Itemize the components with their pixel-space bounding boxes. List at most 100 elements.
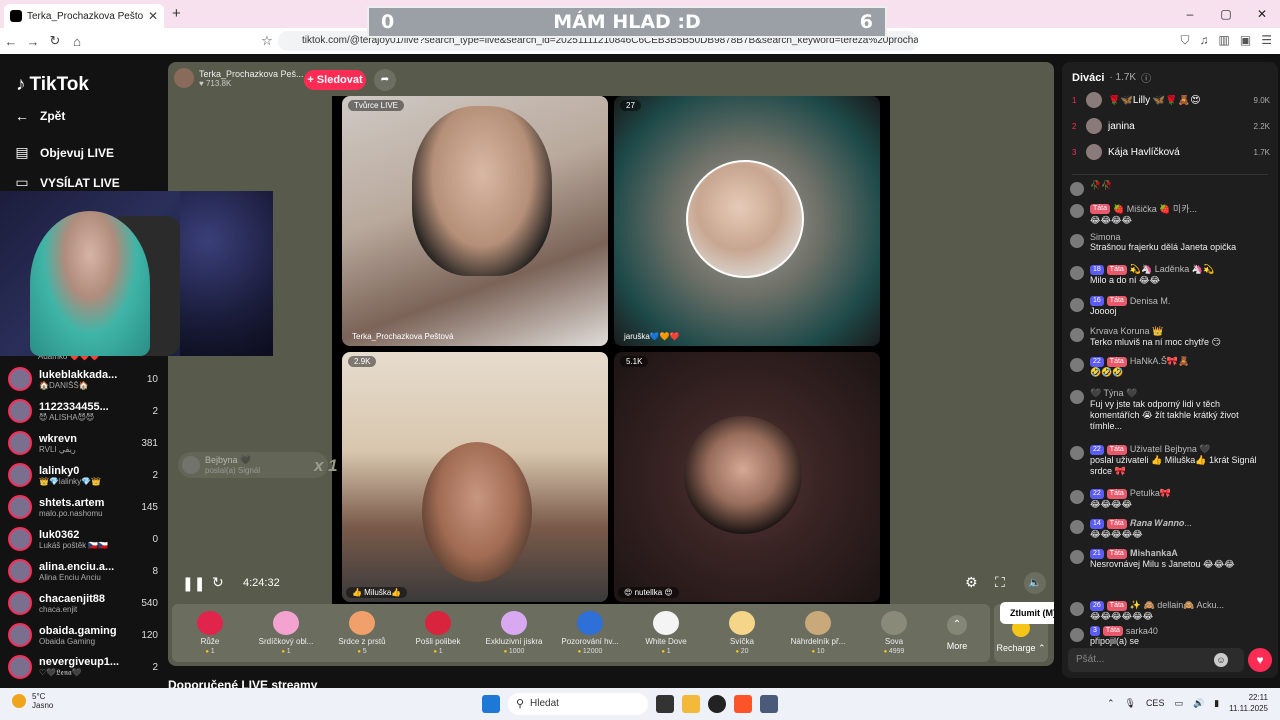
gift-item[interactable]: Náhrdelník př... 10 (780, 611, 856, 655)
minimize-icon[interactable]: – (1172, 0, 1208, 28)
viewers-header[interactable]: Diváci · 1.7K ⓘ (1072, 70, 1151, 86)
chat-avatar[interactable] (1070, 550, 1084, 564)
brave-browser-icon[interactable] (734, 695, 752, 713)
chat-username[interactable]: 𝐌𝐢𝐬𝐡𝐚𝐧𝐤𝐚𝐀 (1130, 548, 1178, 559)
close-window-icon[interactable]: ✕ (1244, 0, 1280, 28)
chat-avatar[interactable] (1070, 298, 1084, 312)
chat-avatar[interactable] (1070, 182, 1084, 196)
maximize-icon[interactable]: ▢ (1208, 0, 1244, 28)
gift-item[interactable]: Svíčka 20 (704, 611, 780, 655)
music-icon[interactable]: ♫ (1200, 33, 1209, 48)
emoji-icon[interactable]: ☺ (1214, 653, 1228, 667)
go-live-link[interactable]: ▭ VYSÍLAT LIVE (14, 174, 119, 191)
host-header[interactable]: Terka_Prochazkova Peš... ♥ 713.8K (174, 68, 304, 88)
reload-icon[interactable]: ↻ (44, 33, 66, 49)
host-avatar[interactable] (174, 68, 194, 88)
speaker-icon[interactable]: 🔊 (1193, 698, 1204, 709)
chat-avatar[interactable] (1070, 234, 1084, 248)
video-tile-guest-3[interactable]: 5.1K 😍 nutellka 😍 (614, 352, 880, 602)
volume-icon[interactable]: 🔈 (1024, 572, 1046, 594)
top-viewer-row[interactable]: 2 janina 2.2K (1072, 116, 1270, 136)
clock[interactable]: 22:11 11.11.2025 (1229, 692, 1268, 714)
refresh-icon[interactable]: ↻ (212, 574, 224, 591)
chat-avatar[interactable] (1070, 602, 1084, 616)
chat-avatar[interactable] (1070, 204, 1084, 218)
chat-username[interactable]: 🥀🥀 (1090, 180, 1112, 191)
recommended-live-item[interactable]: lukeblakkada... 🏠DANIŠŠ🏠 10 (8, 364, 158, 394)
video-tile-guest-1[interactable]: 27 jaruška💙🧡❤️ (614, 96, 880, 346)
recommended-live-item[interactable]: chacaenjit88 chaca.enjit 540 (8, 588, 158, 618)
chat-avatar[interactable] (1070, 446, 1084, 460)
file-explorer-icon[interactable] (682, 695, 700, 713)
shield-icon[interactable]: ⛉ (1181, 33, 1190, 48)
gift-item[interactable]: Pošli polibek 1 (400, 611, 476, 655)
close-tab-icon[interactable]: ✕ (148, 9, 158, 23)
chat-username[interactable]: Uživatel Bejbyna 🖤 (1130, 444, 1211, 455)
chat-username[interactable]: sarka40 (1126, 626, 1158, 636)
browser-tab[interactable]: Terka_Prochazkova Peštová (@ ✕ (4, 4, 164, 28)
chat-username[interactable]: Denisa M. (1130, 296, 1171, 306)
app-icon[interactable] (760, 695, 778, 713)
chat-username[interactable]: HaNkA.Š🎀🧸 (1130, 356, 1189, 367)
bookmark-icon[interactable]: ☆ (256, 33, 278, 49)
battery-icon[interactable]: ▮ (1214, 698, 1219, 709)
chat-avatar[interactable] (1070, 628, 1084, 642)
video-tile-host[interactable]: Tvůrce LIVE Terka_Prochazkova Peštová (342, 96, 608, 346)
top-viewer-row[interactable]: 3 Kája Havlíčková 1.7K (1072, 142, 1270, 162)
chat-avatar[interactable] (1070, 520, 1084, 534)
obs-icon[interactable] (708, 695, 726, 713)
chat-username[interactable]: 𝑹𝒂𝒏𝒂 𝑾𝒂𝒏𝒏𝒐... (1130, 518, 1192, 529)
chat-avatar[interactable] (1070, 358, 1084, 372)
host-name[interactable]: Terka_Prochazkova Peš... (199, 69, 304, 79)
back-link[interactable]: ← Zpět (14, 108, 65, 124)
top-viewer-row[interactable]: 1 🌹🦋Lilly 🦋🌹🧸😍 9.0K (1072, 90, 1270, 110)
chat-username[interactable]: Petulka🎀 (1130, 488, 1171, 499)
like-heart-icon[interactable]: ♥ (1248, 648, 1272, 672)
tray-chevron-icon[interactable]: ⌃ (1107, 698, 1115, 709)
chat-username[interactable]: Simona (1090, 232, 1121, 242)
explore-live-link[interactable]: ▤ Objevuj LIVE (14, 144, 114, 161)
gift-item[interactable]: Růže 1 (172, 611, 248, 655)
weather-widget[interactable]: 5°C Jasno (12, 692, 53, 710)
recommended-live-item[interactable]: nevergiveup1... ♡🖤𝕷𝖊𝖓𝖆🖤 2 (8, 652, 158, 682)
recommended-live-item[interactable]: shtets.artem malo.po.nashomu 145 (8, 492, 158, 522)
taskbar-search[interactable]: Hledat (508, 693, 648, 715)
network-icon[interactable]: ▭ (1174, 698, 1183, 709)
pause-icon[interactable]: ❚❚ (182, 575, 205, 592)
chat-username[interactable]: Krvava Koruna 👑 (1090, 326, 1163, 337)
recommended-live-item[interactable]: wkrevn RVLI ريفي 381 (8, 428, 158, 458)
forward-icon[interactable]: → (22, 34, 44, 49)
menu-icon[interactable]: ☰ (1261, 33, 1272, 48)
chat-username[interactable]: 🖤 Týna 🖤 (1090, 388, 1137, 399)
chat-avatar[interactable] (1070, 328, 1084, 342)
gift-item[interactable]: Sova 4999 (856, 611, 932, 655)
gift-item[interactable]: Pozorování hv... 12000 (552, 611, 628, 655)
recommended-live-item[interactable]: lalinky0 👑💎lalinky💎👑 2 (8, 460, 158, 490)
home-icon[interactable]: ⌂ (66, 34, 88, 49)
recommended-live-item[interactable]: 1122334455... 😈 ALISHA😈😈 2 (8, 396, 158, 426)
microphone-icon[interactable]: 🎙 (1125, 698, 1136, 709)
recommended-live-item[interactable]: obaida.gaming Obaida Gaming 120 (8, 620, 158, 650)
chat-avatar[interactable] (1070, 390, 1084, 404)
windows-start-icon[interactable] (482, 695, 500, 713)
back-icon[interactable]: ← (0, 34, 22, 49)
info-icon[interactable]: ⓘ (1141, 70, 1151, 85)
gift-item[interactable]: Srdíčkový obl... 1 (248, 611, 324, 655)
new-tab-button[interactable]: + (172, 5, 181, 22)
more-gifts-button[interactable]: ⌃ More (932, 615, 982, 651)
share-icon[interactable]: ➦ (374, 69, 396, 91)
video-tile-guest-2[interactable]: 2.9K 👍 Miluška👍 (342, 352, 608, 602)
tiktok-logo[interactable]: ♪ TikTok (16, 74, 89, 96)
follow-button[interactable]: + Sledovat (304, 70, 366, 90)
chat-avatar[interactable] (1070, 490, 1084, 504)
gift-item[interactable]: Exkluzivní jiskra 1000 (476, 611, 552, 655)
wallet-icon[interactable]: ▣ (1240, 33, 1251, 48)
recommended-live-item[interactable]: luk0362 Lukáš poštěk 🇨🇿🇨🇿 0 (8, 524, 158, 554)
settings-icon[interactable]: ⚙ (965, 574, 978, 591)
video-grid[interactable]: Tvůrce LIVE Terka_Prochazkova Peštová 27… (332, 96, 890, 604)
language-indicator[interactable]: CES (1146, 698, 1165, 708)
fullscreen-icon[interactable]: ⛶ (995, 574, 1005, 591)
task-view-icon[interactable] (656, 695, 674, 713)
chat-username[interactable]: 🍓 Mišička 🍓 미카... (1113, 202, 1197, 215)
recommended-live-item[interactable]: alina.enciu.a... Alina Enciu Anciu 8 (8, 556, 158, 586)
